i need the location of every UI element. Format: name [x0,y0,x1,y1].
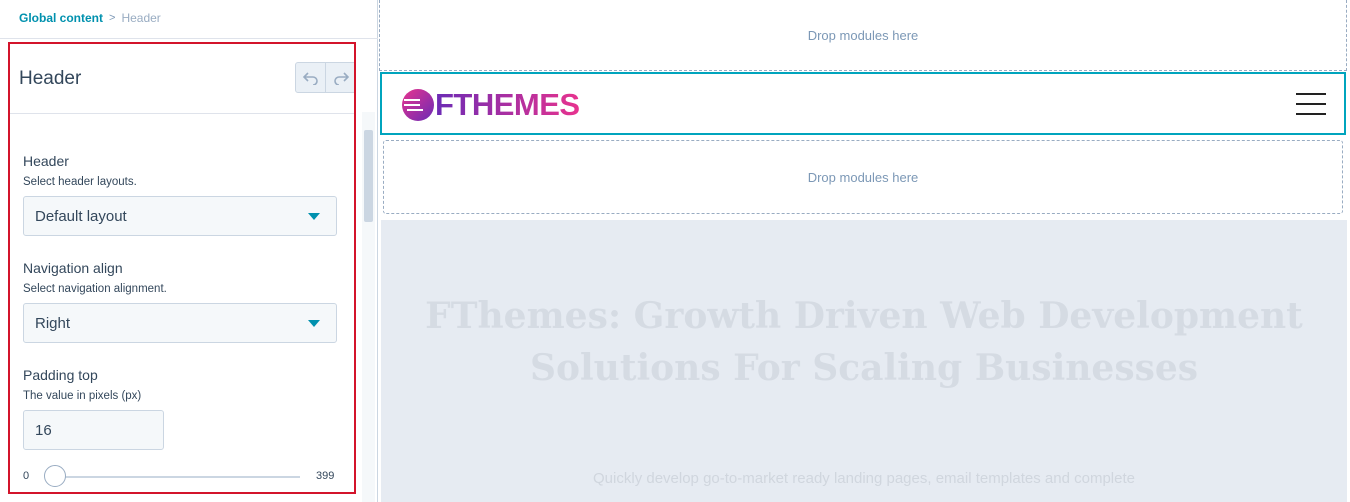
nav-align-help: Select navigation alignment. [23,283,167,295]
undo-button[interactable] [295,62,326,93]
drop-zone-bottom[interactable]: Drop modules here [383,140,1343,214]
drop-zone-label: Drop modules here [807,169,919,185]
drop-zone-label: Drop modules here [807,27,919,43]
hero-section: FThemes: Growth Driven Web Development S… [381,220,1347,502]
hamburger-menu-icon[interactable] [1296,93,1326,115]
header-layout-label: Header [23,153,69,169]
header-settings-panel: Header Header Select header layouts. Def… [8,42,356,494]
undo-redo-group [295,62,354,93]
divider [10,113,354,114]
header-module-selected[interactable]: FTHEMES [380,72,1346,135]
logo-mark-icon [402,89,434,121]
undo-icon [302,71,318,85]
breadcrumb: Global content > Header [19,11,161,25]
panel-title: Header [19,68,82,89]
sidebar-scrollbar-thumb[interactable] [364,130,373,222]
padding-top-help: The value in pixels (px) [23,390,142,402]
hero-subtitle: Quickly develop go-to-market ready landi… [593,470,1135,487]
breadcrumb-global-content[interactable]: Global content [19,11,103,25]
header-layout-select[interactable]: Default layout [23,196,337,236]
nav-align-value: Right [35,314,71,332]
chevron-right-icon: > [109,12,116,24]
slider-max-label: 399 [316,470,335,482]
slider-min-label: 0 [23,470,30,482]
breadcrumb-current: Header [121,11,161,25]
header-layout-help: Select header layouts. [23,176,137,188]
padding-top-slider-track[interactable] [45,476,300,478]
padding-top-input[interactable] [23,410,164,450]
padding-top-slider-handle[interactable] [44,465,66,487]
padding-top-label: Padding top [23,367,98,383]
caret-down-icon [308,320,320,327]
hero-title: FThemes: Growth Driven Web Development S… [425,295,1303,389]
editor-sidebar: Global content > Header Header Header Se… [0,0,378,502]
redo-button[interactable] [326,62,354,93]
nav-align-select[interactable]: Right [23,303,337,343]
drop-zone-top[interactable]: Drop modules here [379,0,1347,71]
redo-icon [334,71,349,85]
header-layout-value: Default layout [35,207,127,225]
caret-down-icon [308,213,320,220]
page-preview: Drop modules here FTHEMES Drop modules h… [379,0,1350,502]
fthemes-logo: FTHEMES [402,89,580,121]
logo-text: FTHEMES [435,87,580,122]
divider [0,38,378,39]
nav-align-label: Navigation align [23,260,123,276]
